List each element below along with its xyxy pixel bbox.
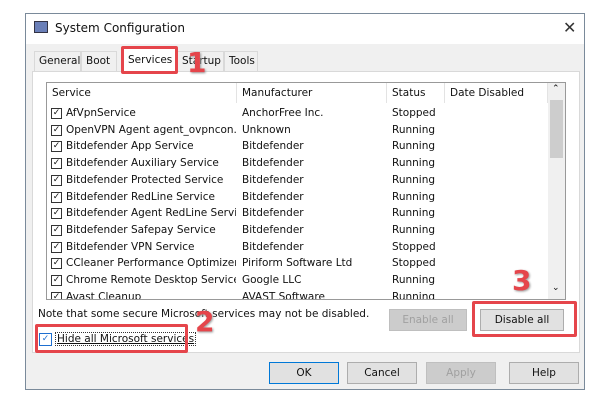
service-row[interactable]: ✓ Bitdefender RedLine Service Bitdefende… [47,189,547,206]
service-manufacturer: Bitdefender [242,223,304,236]
service-name: Bitdefender Agent RedLine Service [66,207,236,220]
service-row[interactable]: ✓ CCleaner Performance Optimizer... Piri… [47,255,547,272]
service-row[interactable]: ✓ Chrome Remote Desktop Service Google L… [47,272,547,289]
service-name: CCleaner Performance Optimizer... [66,257,236,270]
service-row[interactable]: ✓ Bitdefender Agent RedLine Service Bitd… [47,205,547,222]
service-status: Running [392,157,436,170]
service-row[interactable]: ✓ Bitdefender Safepay Service Bitdefende… [47,222,547,239]
service-name: Bitdefender Protected Service [66,173,224,186]
service-manufacturer: Google LLC [242,274,302,286]
service-status: Stopped [392,107,436,119]
service-status: Stopped [392,257,436,270]
service-checkbox[interactable]: ✓ [51,208,62,220]
service-manufacturer: Bitdefender [242,207,304,220]
service-checkbox[interactable]: ✓ [51,275,62,286]
annotation-box-disable-all [472,301,577,337]
service-row[interactable]: ✓ Bitdefender VPN Service Bitdefender St… [47,239,547,256]
service-name: Bitdefender VPN Service [66,240,195,253]
column-header-service[interactable]: Service [47,83,237,103]
service-row[interactable]: ✓ AfVpnService AnchorFree Inc. Stopped [47,105,547,122]
title-bar: System Configuration ✕ [26,14,584,44]
service-checkbox[interactable]: ✓ [51,158,62,170]
tab-tools[interactable]: Tools [224,51,258,71]
service-checkbox[interactable]: ✓ [51,258,62,270]
annotation-number-2: 2 [195,305,215,338]
service-manufacturer: Bitdefender [242,140,304,153]
enable-all-button[interactable]: Enable all [389,309,467,331]
scrollbar-thumb[interactable] [550,100,563,158]
ok-button[interactable]: OK [269,362,339,384]
service-checkbox[interactable]: ✓ [51,224,62,236]
service-checkbox[interactable]: ✓ [51,291,62,299]
service-row[interactable]: ✓ Bitdefender Auxiliary Service Bitdefen… [47,155,547,172]
service-status: Running [392,290,436,300]
service-name: OpenVPN Agent agent_ovpncon... [66,123,236,136]
column-header-date-disabled[interactable]: Date Disabled [445,83,548,103]
service-name: Chrome Remote Desktop Service [66,274,236,286]
annotation-number-3: 3 [512,264,532,297]
service-manufacturer: Piriform Software Ltd [242,257,353,270]
service-status: Running [392,140,436,153]
service-checkbox[interactable]: ✓ [51,124,62,136]
service-name: Avast Cleanup [66,290,142,300]
service-checkbox[interactable]: ✓ [51,174,62,186]
service-status: Stopped [392,240,436,253]
service-row[interactable]: ✓ Avast Cleanup AVAST Software Running [47,289,547,300]
service-status: Running [392,207,436,220]
service-manufacturer: Unknown [242,123,291,136]
computer-icon [34,21,48,33]
service-name: Bitdefender App Service [66,140,194,153]
column-header-status[interactable]: Status [387,83,445,103]
service-manufacturer: Bitdefender [242,173,304,186]
tab-general[interactable]: General [34,51,81,71]
help-button[interactable]: Help [509,362,579,384]
window-title: System Configuration [55,21,185,35]
service-manufacturer: Bitdefender [242,240,304,253]
service-checkbox[interactable]: ✓ [51,191,62,203]
close-button[interactable]: ✕ [563,18,576,37]
service-checkbox[interactable]: ✓ [51,108,62,119]
service-manufacturer: Bitdefender [242,157,304,170]
service-row[interactable]: ✓ Bitdefender Protected Service Bitdefen… [47,172,547,189]
service-manufacturer: AVAST Software [242,290,325,300]
service-row[interactable]: ✓ OpenVPN Agent agent_ovpncon... Unknown… [47,122,547,139]
service-checkbox[interactable]: ✓ [51,241,62,253]
service-status: Running [392,173,436,186]
apply-button[interactable]: Apply [426,362,496,384]
service-manufacturer: Bitdefender [242,190,304,203]
cancel-button[interactable]: Cancel [347,362,417,384]
service-status: Running [392,223,436,236]
annotation-number-1: 1 [187,46,207,79]
tab-boot[interactable]: Boot [81,51,117,71]
service-name: Bitdefender RedLine Service [66,190,215,203]
service-row[interactable]: ✓ Bitdefender App Service Bitdefender Ru… [47,138,547,155]
service-status: Running [392,190,436,203]
service-status: Running [392,123,436,136]
scroll-down-icon[interactable]: ⌄ [552,283,560,293]
service-manufacturer: AnchorFree Inc. [242,107,324,119]
service-name: Bitdefender Safepay Service [66,223,216,236]
service-checkbox[interactable]: ✓ [51,141,62,153]
annotation-box-services-tab [121,46,178,74]
column-header-manufacturer[interactable]: Manufacturer [237,83,387,103]
annotation-box-hide-ms [35,324,188,353]
service-status: Running [392,274,436,286]
services-list[interactable]: Service Manufacturer Status Date Disable… [46,82,566,300]
vertical-scrollbar[interactable]: ⌃ ⌄ [548,83,565,299]
service-name: Bitdefender Auxiliary Service [66,157,219,170]
scroll-up-icon[interactable]: ⌃ [552,84,560,94]
service-name: AfVpnService [66,107,136,119]
